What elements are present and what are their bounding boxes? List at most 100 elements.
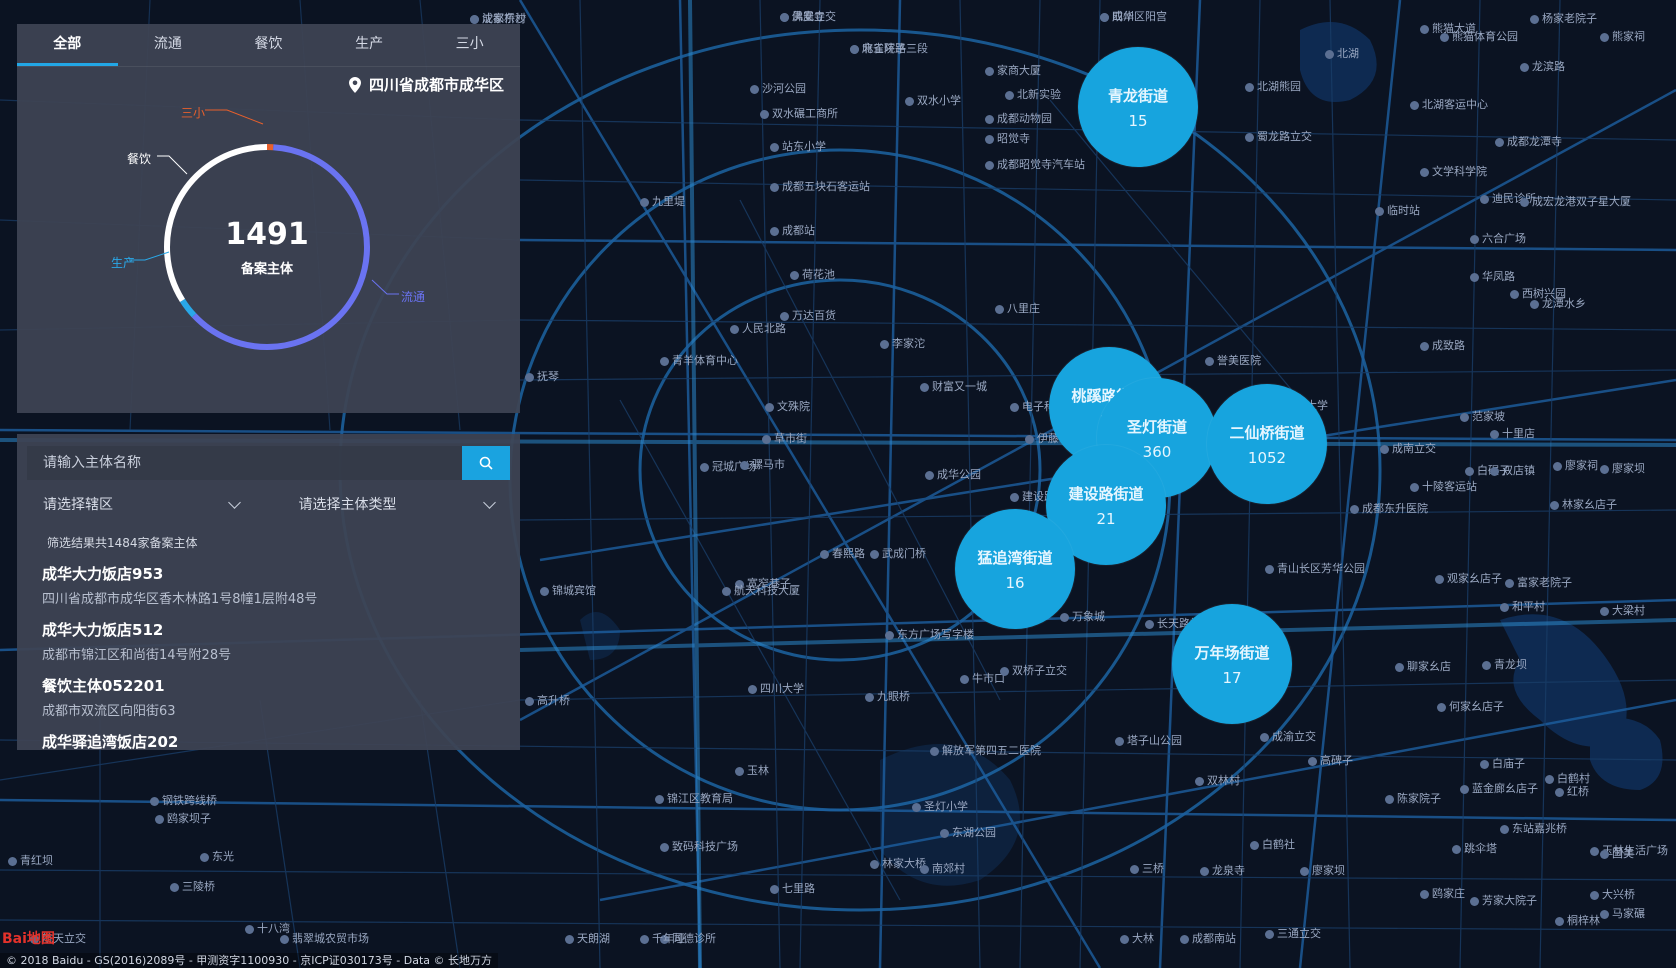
poi-marker-icon: [1437, 702, 1446, 712]
list-item-name: 成华大力饭店953: [42, 565, 164, 583]
map-poi-label: 千年垭: [640, 930, 685, 946]
poi-marker-icon: [525, 372, 534, 382]
poi-label-text: 双桥子立交: [1012, 664, 1067, 677]
poi-label-text: 成都昭觉寺汽车站: [997, 158, 1085, 171]
map-poi-label: 鸥家坝子: [155, 810, 211, 826]
map-poi-label: 熊家祠: [1600, 28, 1645, 44]
poi-marker-icon: [1470, 896, 1479, 906]
map-poi-label: 荷花池: [790, 266, 835, 282]
list-item[interactable]: 成华大力饭店512 成都市锦江区和尚街14号附28号: [42, 619, 520, 663]
poi-marker-icon: [1480, 759, 1489, 769]
list-item-name: 成华大力饭店512: [42, 621, 164, 639]
poi-marker-icon: [1245, 132, 1254, 142]
poi-marker-icon: [700, 462, 709, 472]
district-select[interactable]: 请选择辖区: [27, 494, 255, 520]
poi-label-text: 万达百货: [792, 309, 836, 322]
map-poi-label: 高碑子: [1308, 752, 1353, 768]
poi-label-text: 高升桥: [537, 694, 570, 707]
map-poi-label: 观家幺店子: [1435, 570, 1502, 586]
cluster-count: 1052: [1247, 448, 1287, 467]
poi-label-text: 九眼桥: [877, 690, 910, 703]
poi-marker-icon: [1120, 934, 1129, 944]
map-poi-label: 双林村: [1195, 772, 1240, 788]
map-poi-label: 玉林: [735, 762, 769, 778]
map-poi-label: 塔子山公园: [1115, 732, 1182, 748]
map-poi-label: 大兴桥: [1590, 886, 1635, 902]
map-poi-label: 蜀龙路立交: [1245, 128, 1312, 144]
poi-label-text: 大林: [1132, 932, 1154, 945]
poi-marker-icon: [1385, 794, 1394, 804]
cluster-name: 二仙桥街道: [1229, 423, 1305, 442]
poi-marker-icon: [1555, 916, 1564, 926]
poi-marker-icon: [1600, 464, 1609, 474]
poi-label-text: 国美: [1612, 847, 1634, 860]
poi-label-text: 鸥家坝子: [167, 812, 211, 825]
poi-marker-icon: [1130, 864, 1139, 874]
poi-marker-icon: [1260, 732, 1269, 742]
district-select-value: 请选择辖区: [43, 497, 113, 513]
poi-label-text: 锦城宾馆: [552, 584, 596, 597]
poi-label-text: 廖家坝: [1312, 864, 1345, 877]
map-poi-label: 八里庄: [995, 300, 1040, 316]
search-panel: 请选择辖区 请选择主体类型 筛选结果共1484家备案主体 成华大力饭店953 四…: [17, 434, 520, 750]
poi-marker-icon: [940, 828, 949, 838]
map-poi-label: 廖家祠: [1553, 457, 1598, 473]
poi-label-text: 白庙子: [1492, 757, 1525, 770]
poi-marker-icon: [1000, 666, 1009, 676]
cluster-wanianchang[interactable]: 万年场街道 17: [1172, 604, 1292, 724]
poi-label-text: 草市街: [774, 432, 807, 445]
poi-marker-icon: [995, 304, 1004, 314]
poi-marker-icon: [1375, 206, 1384, 216]
poi-label-text: 财富又一城: [932, 380, 987, 393]
poi-label-text: 誉美医院: [1217, 354, 1261, 367]
poi-label-text: 抚琴: [537, 370, 559, 383]
poi-label-text: 青红坝: [20, 854, 53, 867]
poi-marker-icon: [1510, 289, 1519, 299]
list-item[interactable]: 成华驿追湾饭店202: [42, 731, 520, 750]
map-poi-label: 成都南站: [1180, 930, 1236, 946]
poi-marker-icon: [1495, 137, 1504, 147]
poi-label-text: 龙滨路: [1532, 60, 1565, 73]
poi-marker-icon: [1180, 934, 1189, 944]
poi-label-text: 七里路: [782, 882, 815, 895]
poi-marker-icon: [1005, 90, 1014, 100]
poi-marker-icon: [1590, 890, 1599, 900]
search-input[interactable]: [27, 446, 462, 480]
poi-marker-icon: [870, 859, 879, 869]
poi-label-text: 熊家祠: [1612, 30, 1645, 43]
poi-marker-icon: [760, 109, 769, 119]
poi-label-text: 三通立交: [1277, 927, 1321, 940]
cluster-qinglong[interactable]: 青龙街道 15: [1078, 47, 1198, 167]
type-select-value: 请选择主体类型: [298, 497, 397, 513]
poi-label-text: 春熙路: [832, 547, 865, 560]
cluster-name: 建设路街道: [1068, 484, 1144, 503]
poi-marker-icon: [1465, 466, 1474, 476]
poi-label-text: 北湖客运中心: [1422, 98, 1488, 111]
search-button[interactable]: [462, 446, 510, 480]
poi-marker-icon: [770, 182, 779, 192]
map-poi-label: 范家坡: [1460, 408, 1505, 424]
poi-label-text: 成华公园: [937, 468, 981, 481]
cluster-count: 21: [1096, 509, 1116, 528]
donut-leader-lines: [129, 109, 399, 295]
poi-label-text: 天朗湖: [577, 932, 610, 945]
poi-label-text: 大梁村: [1612, 604, 1645, 617]
poi-label-text: 南郊村: [932, 862, 965, 875]
type-select[interactable]: 请选择主体类型: [283, 494, 511, 520]
list-item[interactable]: 餐饮主体052201 成都市双流区向阳街63: [42, 675, 520, 719]
map-poi-label: 六合广场: [1470, 230, 1526, 246]
poi-marker-icon: [1545, 774, 1554, 784]
cluster-mengzhuiwan[interactable]: 猛追湾街道 16: [955, 509, 1075, 629]
poi-label-text: 龙泉寺: [1212, 864, 1245, 877]
map-poi-label: 昭觉寺: [985, 130, 1030, 146]
poi-marker-icon: [985, 114, 994, 124]
list-item[interactable]: 成华大力饭店953 四川省成都市成华区香木林路1号8幢1层附48号: [42, 563, 520, 607]
poi-marker-icon: [470, 14, 479, 24]
list-item-name: 成华驿追湾饭店202: [42, 733, 179, 750]
map-poi-label: 成渝立交: [1260, 728, 1316, 744]
poi-marker-icon: [985, 66, 994, 76]
poi-marker-icon: [1530, 14, 1539, 24]
map-poi-label: 北湖熊园: [1245, 78, 1301, 94]
map-poi-label: 南郊村: [920, 860, 965, 876]
cluster-erxianqiao[interactable]: 二仙桥街道 1052: [1207, 384, 1327, 504]
